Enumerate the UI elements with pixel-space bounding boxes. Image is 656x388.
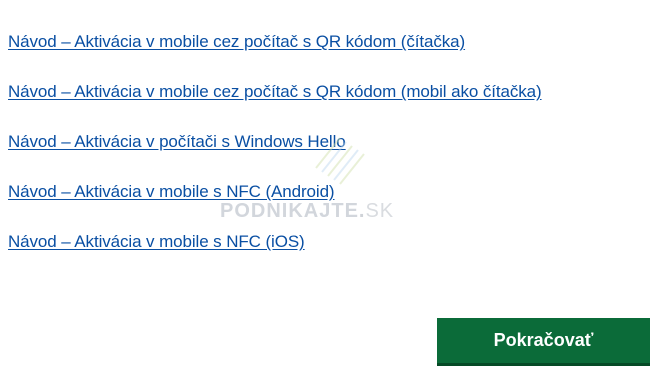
list-item: Návod – Aktivácia v mobile s NFC (iOS) xyxy=(8,230,542,280)
guide-link-qr-mobile-reader[interactable]: Návod – Aktivácia v mobile cez počítač s… xyxy=(8,82,542,101)
list-item: Návod – Aktivácia v mobile s NFC (Androi… xyxy=(8,180,542,230)
guide-links-list: Návod – Aktivácia v mobile cez počítač s… xyxy=(8,30,542,280)
list-item: Návod – Aktivácia v mobile cez počítač s… xyxy=(8,30,542,80)
guide-link-nfc-android[interactable]: Návod – Aktivácia v mobile s NFC (Androi… xyxy=(8,182,335,201)
continue-button[interactable]: Pokračovať xyxy=(437,318,650,366)
list-item: Návod – Aktivácia v počítači s Windows H… xyxy=(8,130,542,180)
list-item: Návod – Aktivácia v mobile cez počítač s… xyxy=(8,80,542,130)
guide-link-qr-reader[interactable]: Návod – Aktivácia v mobile cez počítač s… xyxy=(8,32,465,51)
guide-link-nfc-ios[interactable]: Návod – Aktivácia v mobile s NFC (iOS) xyxy=(8,232,305,251)
guide-link-windows-hello[interactable]: Návod – Aktivácia v počítači s Windows H… xyxy=(8,132,346,151)
